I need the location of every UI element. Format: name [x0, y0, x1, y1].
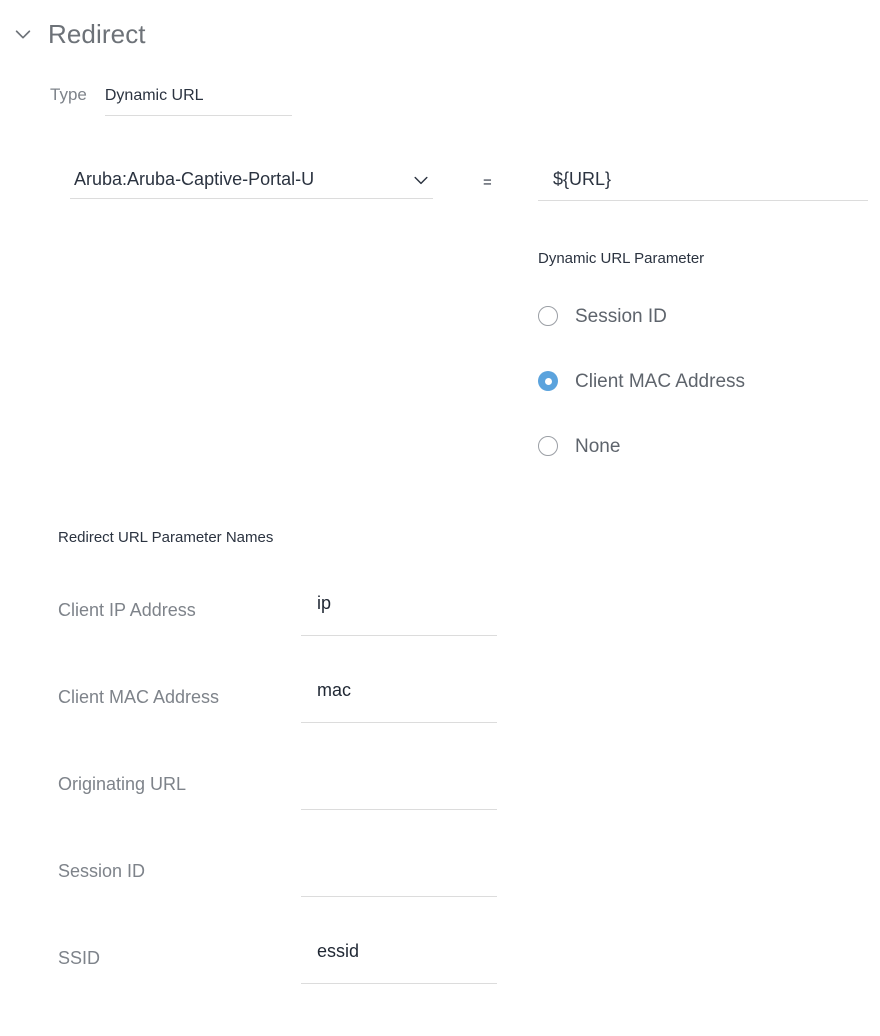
section-header-redirect[interactable]: Redirect: [12, 16, 146, 52]
dynamic-url-parameter-group: Dynamic URL Parameter Session ID Client …: [538, 251, 868, 457]
attribute-mapping-row: Aruba:Aruba-Captive-Portal-U = ${URL}: [0, 165, 880, 225]
session-id-input[interactable]: [301, 852, 497, 897]
param-value: ip: [317, 593, 332, 613]
type-row: Type Dynamic URL: [50, 86, 292, 116]
redirect-settings-page: Redirect Type Dynamic URL Aruba:Aruba-Ca…: [0, 0, 880, 1024]
radio-option-session-id[interactable]: Session ID: [538, 305, 868, 327]
field-underline: [538, 200, 868, 201]
param-row-ssid: SSID essid: [0, 941, 880, 1036]
attribute-select-value: Aruba:Aruba-Captive-Portal-U: [74, 169, 315, 189]
param-label: Originating URL: [58, 774, 187, 794]
field-underline: [70, 198, 433, 199]
client-ip-address-input[interactable]: ip: [301, 591, 497, 636]
param-value: mac: [317, 680, 352, 700]
ssid-input[interactable]: essid: [301, 939, 497, 984]
radio-option-label: Client MAC Address: [575, 370, 746, 392]
field-underline: [301, 896, 497, 897]
param-label: Client MAC Address: [58, 687, 220, 707]
field-underline: [301, 635, 497, 636]
chevron-down-icon[interactable]: [12, 23, 34, 45]
param-row-session-id: Session ID: [0, 862, 880, 949]
page-title: Redirect: [48, 19, 146, 49]
field-underline: [301, 983, 497, 984]
param-row-client-ip-address: Client IP Address ip: [0, 593, 880, 688]
dynamic-url-parameter-label: Dynamic URL Parameter: [538, 250, 705, 267]
radio-icon[interactable]: [538, 306, 558, 326]
param-row-client-mac-address: Client MAC Address mac: [0, 680, 880, 775]
radio-list: Session ID Client MAC Address None: [538, 305, 868, 457]
radio-icon[interactable]: [538, 436, 558, 456]
radio-option-none[interactable]: None: [538, 435, 868, 457]
type-value: Dynamic URL: [104, 87, 204, 104]
param-label: Session ID: [58, 861, 146, 881]
radio-option-client-mac-address[interactable]: Client MAC Address: [538, 370, 868, 392]
radio-option-label: None: [575, 435, 621, 457]
param-label: SSID: [58, 948, 101, 968]
url-value: ${URL}: [553, 169, 612, 189]
client-mac-address-input[interactable]: mac: [301, 678, 497, 723]
redirect-url-parameter-names-title: Redirect URL Parameter Names: [58, 529, 274, 546]
param-label: Client IP Address: [58, 600, 196, 620]
field-underline: [301, 722, 497, 723]
url-value-input[interactable]: ${URL}: [538, 165, 868, 211]
field-underline: [104, 115, 292, 116]
attribute-select[interactable]: Aruba:Aruba-Captive-Portal-U: [70, 165, 433, 211]
type-label: Type: [50, 85, 87, 104]
radio-option-label: Session ID: [575, 305, 667, 327]
radio-selected-icon[interactable]: [538, 371, 558, 391]
originating-url-input[interactable]: [301, 765, 497, 810]
equals-operator: =: [483, 174, 492, 191]
redirect-url-parameter-names-list: Client IP Address ip Client MAC Address …: [0, 593, 880, 1036]
chevron-down-icon[interactable]: [411, 170, 431, 190]
type-value-field[interactable]: Dynamic URL: [104, 87, 292, 116]
field-underline: [301, 809, 497, 810]
param-value: essid: [317, 941, 360, 961]
param-row-originating-url: Originating URL: [0, 775, 880, 862]
